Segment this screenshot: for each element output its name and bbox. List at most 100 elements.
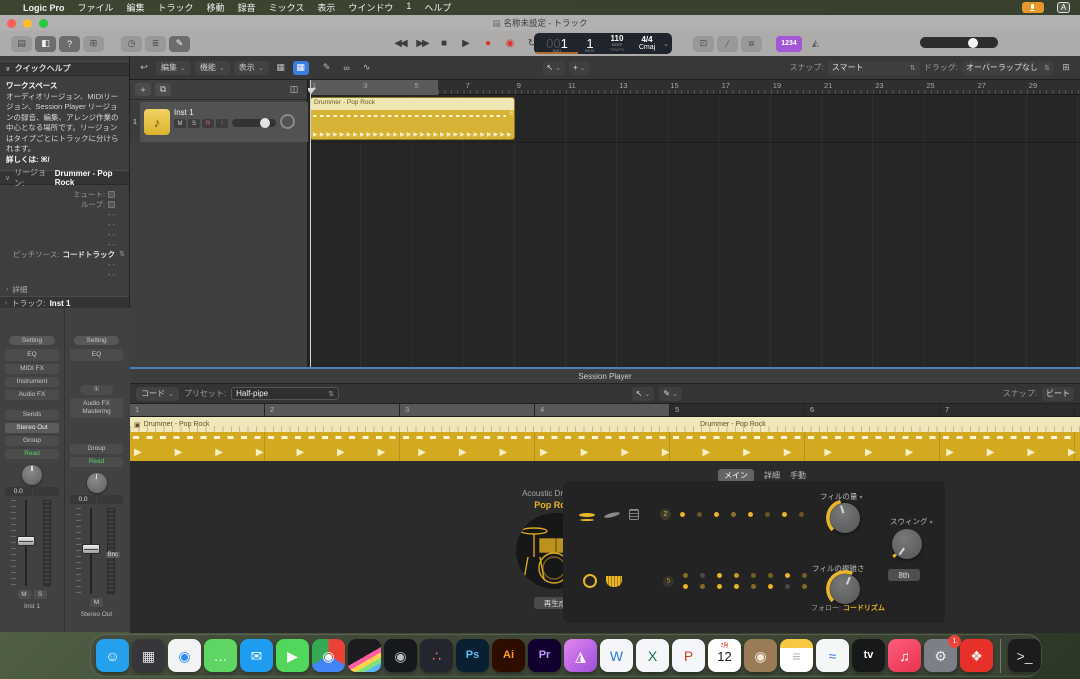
menu-item-app[interactable]: Logic Pro <box>23 3 65 13</box>
lock-icon[interactable]: ▾ <box>930 520 933 526</box>
menu-item[interactable]: 録音 <box>238 1 256 14</box>
cymbal-pattern-dots[interactable] <box>680 512 804 517</box>
strip-setting-button[interactable]: Setting <box>9 336 55 345</box>
track-mute-button[interactable]: M <box>174 119 186 128</box>
session-ruler-bar[interactable]: 2 <box>265 404 400 416</box>
menu-item[interactable]: 1 <box>406 1 411 14</box>
menu-item[interactable]: ファイル <box>78 1 114 14</box>
session-ruler-bar[interactable]: 5 <box>670 404 805 416</box>
session-ruler-bar[interactable]: 3 <box>400 404 535 416</box>
metronome-button[interactable]: ◭ <box>805 36 826 52</box>
play-button[interactable]: ▶ <box>456 38 476 49</box>
strip-eq-button[interactable]: EQ <box>5 349 59 361</box>
kit-pattern-badge[interactable]: 5 <box>663 576 674 587</box>
quick-help-header[interactable]: ∨クイックヘルプ <box>0 61 129 76</box>
region-details-disclosure[interactable]: ›詳細 <box>0 283 129 296</box>
session-ruler-bar[interactable]: 6 <box>805 404 940 416</box>
kick-drum-icon[interactable] <box>583 574 597 588</box>
strip-automation-button[interactable]: Read <box>70 457 123 467</box>
pan-knob[interactable] <box>22 465 42 485</box>
snare-drum-icon[interactable] <box>606 576 622 587</box>
count-in-button[interactable]: 1234 <box>776 36 802 52</box>
track-input-monitor-button[interactable]: I <box>216 119 228 128</box>
dock-chrome-icon[interactable]: ◉ <box>312 639 345 672</box>
stop-button[interactable]: ■ <box>434 38 454 49</box>
strip-audiofx-button[interactable]: Audio FX Mastering <box>70 398 123 418</box>
track-solo-button[interactable]: S <box>188 119 200 128</box>
chord-menu[interactable]: コード⌄ <box>136 387 179 401</box>
dock-remote-app-icon[interactable]: ❖ <box>960 639 993 672</box>
region-inspector-header[interactable]: ∨リージョン:Drummer - Pop Rock <box>0 170 129 185</box>
replace-button[interactable]: ⊡ <box>693 36 714 52</box>
dock-word-icon[interactable]: W <box>600 639 633 672</box>
forward-button[interactable]: ▶▶ <box>412 38 432 49</box>
strip-automation-button[interactable]: Read <box>5 449 59 459</box>
autopunch-button[interactable]: ⁄ <box>717 36 738 52</box>
strip-group-button[interactable]: Group <box>5 436 59 446</box>
dock-excel-icon[interactable]: X <box>636 639 669 672</box>
functions-menu[interactable]: 機能⌄ <box>195 61 230 75</box>
snap-dropdown[interactable]: スマート⇅ <box>828 61 920 75</box>
dock-powerpoint-icon[interactable]: P <box>672 639 705 672</box>
zoom-tool-icon[interactable]: ⊞ <box>1058 61 1074 75</box>
dock-launchpad-icon[interactable]: ▦ <box>132 639 165 672</box>
grid-icon[interactable]: ▦ <box>273 61 289 75</box>
low-latency-button[interactable]: ⧈ <box>741 36 762 52</box>
master-volume-slider[interactable] <box>920 37 998 48</box>
dock-notes-icon[interactable]: ≡ <box>780 639 813 672</box>
loop-checkbox[interactable] <box>108 201 115 208</box>
pan-knob[interactable] <box>87 473 107 493</box>
menu-item[interactable]: ウインドウ <box>348 1 393 14</box>
dock-davinci-resolve-icon[interactable]: ∴ <box>420 639 453 672</box>
lcd-display[interactable]: 00 1 BAR 1 BEAT 110 KEEP TEMPO 4/4 Cmaj … <box>534 33 672 54</box>
mixer-button[interactable]: ≣ <box>145 36 166 52</box>
dock-apple-tv-icon[interactable]: tv <box>852 639 885 672</box>
add-track-button[interactable]: + <box>135 83 151 96</box>
microphone-status-icon[interactable] <box>1022 2 1044 13</box>
bar-ruler[interactable]: 1357911131517192123252729 <box>308 80 1080 95</box>
fader-handle[interactable] <box>17 536 35 546</box>
dock-freeform-icon[interactable]: ≈ <box>816 639 849 672</box>
track-volume-slider[interactable] <box>232 119 276 127</box>
strip-instrument-button[interactable]: Instrument <box>5 377 59 387</box>
dock-contacts-icon[interactable]: ◉ <box>744 639 777 672</box>
dock-music-icon[interactable]: ♫ <box>888 639 921 672</box>
sp-pencil-tool-menu[interactable]: ✎⌄ <box>659 387 682 401</box>
session-region-lane[interactable]: ▣ Drummer - Pop Rock Drummer - Pop Rock … <box>130 417 1080 461</box>
strip-sends-button[interactable]: Sends <box>5 410 59 420</box>
menu-item[interactable]: トラック <box>158 1 194 14</box>
strip-midifx-button[interactable]: MIDI FX <box>5 364 59 374</box>
volume-fader[interactable] <box>5 500 59 586</box>
quick-help-button[interactable]: ? <box>59 36 80 52</box>
capture-recording-button[interactable]: ◉ <box>500 38 520 49</box>
strip-solo-button[interactable]: S <box>34 590 47 599</box>
region-drummer-pop-rock[interactable]: Drummer - Pop Rock 8 ▶▶▶▶▶▶▶▶▶▶▶▶▶▶▶▶▶▶▶… <box>310 97 515 140</box>
library-button[interactable]: ▤ <box>11 36 32 52</box>
secondary-tool-menu[interactable]: +⌄ <box>569 61 590 75</box>
dock-system-settings-icon[interactable]: ⚙1 <box>924 639 957 672</box>
strip-mute-button[interactable]: M <box>90 598 103 607</box>
fills-knob[interactable] <box>830 503 860 533</box>
dock-illustrator-icon[interactable]: Ai <box>492 639 525 672</box>
hihat-icon[interactable] <box>579 513 595 517</box>
strip-volume-value[interactable]: 0.0 <box>5 487 32 496</box>
region-loop-row[interactable]: ループ: <box>0 199 129 209</box>
kick-pattern-dots[interactable] <box>683 584 807 589</box>
draw-tool-icon[interactable]: ✎ <box>319 61 335 75</box>
dock-calendar-icon[interactable]: 7月12 <box>708 639 741 672</box>
toolbar-button[interactable]: ⊞ <box>83 36 104 52</box>
track-record-enable-button[interactable]: R <box>202 119 214 128</box>
track-name[interactable]: Inst 1 <box>174 108 228 117</box>
flex-icon[interactable]: ∿ <box>359 61 375 75</box>
dock-affinity-photo-icon[interactable]: ◮ <box>564 639 597 672</box>
session-ruler-bar[interactable]: 8 <box>1075 404 1080 416</box>
strip-eq-button[interactable]: EQ <box>70 349 123 361</box>
dock-final-cut-pro-icon[interactable] <box>348 639 381 672</box>
master-volume-knob[interactable] <box>968 38 978 48</box>
sp-pointer-tool-menu[interactable]: ↖⌄ <box>632 387 655 401</box>
menu-item[interactable]: 編集 <box>127 1 145 14</box>
strip-mute-button[interactable]: M <box>18 590 31 599</box>
strip-audiofx-button[interactable]: Audio FX <box>5 390 59 400</box>
lcd-chevron-icon[interactable]: ⌄ <box>660 33 672 54</box>
duplicate-track-button[interactable]: ⧉ <box>155 83 171 96</box>
